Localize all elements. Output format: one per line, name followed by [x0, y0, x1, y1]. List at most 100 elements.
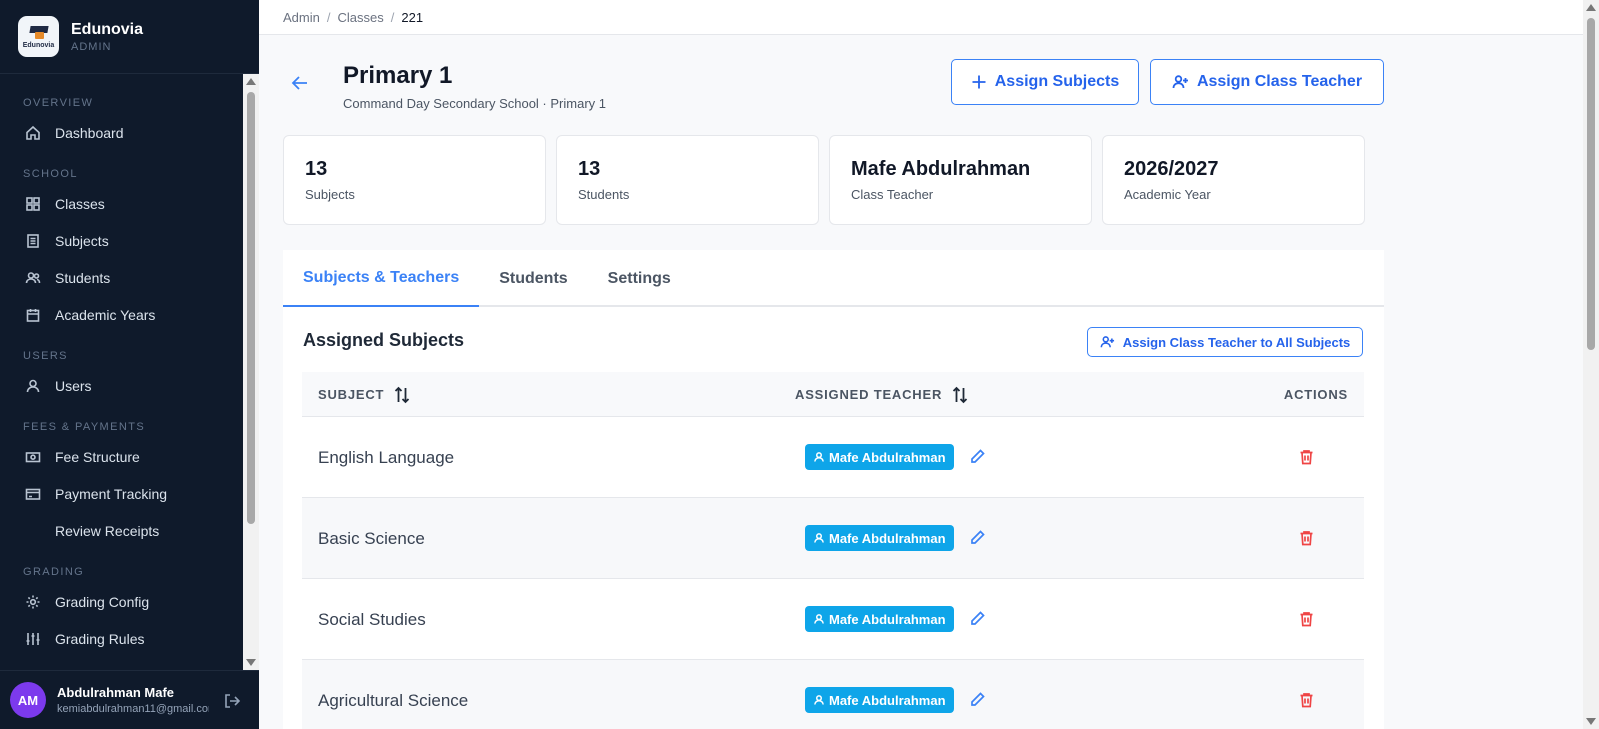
subjects-table: SUBJECT ASSIGNED TEACHER ACTIONS English…	[302, 372, 1364, 729]
brand-role: ADMIN	[71, 40, 112, 53]
pencil-icon[interactable]	[969, 610, 986, 632]
assign-class-teacher-label: Assign Class Teacher	[1196, 73, 1363, 90]
teacher-name: Mafe Abdulrahman	[829, 692, 946, 708]
brand: Edunovia Edunovia ADMIN	[0, 0, 259, 74]
sidebar-item-students[interactable]: Students	[0, 261, 243, 295]
sidebar-item-grading-rules[interactable]: Grading Rules	[0, 622, 243, 656]
assign-subjects-button[interactable]: Assign Subjects	[951, 59, 1139, 105]
sidebar-item-label: Review Receipts	[55, 523, 160, 539]
column-subject[interactable]: SUBJECT	[318, 372, 410, 417]
grid-icon	[25, 196, 41, 212]
sort-icon	[953, 386, 968, 403]
sidebar-item-label: Users	[55, 378, 92, 394]
tab-settings[interactable]: Settings	[588, 250, 691, 307]
stat-value: 13	[305, 158, 328, 180]
sidebar-item-label: Students	[55, 270, 111, 286]
scrollbar-thumb[interactable]	[1587, 18, 1595, 350]
sidebar-item-label: Academic Years	[55, 307, 156, 323]
calendar-icon	[25, 307, 41, 323]
assign-subjects-label: Assign Subjects	[994, 73, 1120, 90]
user-icon	[25, 378, 41, 394]
pencil-icon[interactable]	[969, 448, 986, 470]
table-header: SUBJECT ASSIGNED TEACHER ACTIONS	[302, 372, 1364, 417]
logout-icon[interactable]	[223, 692, 241, 715]
app-logo: Edunovia	[18, 16, 59, 57]
trash-icon[interactable]	[1299, 449, 1314, 470]
sidebar-item-label: Payment Tracking	[55, 486, 168, 502]
logo-text: Edunovia	[22, 42, 55, 49]
user-email: kemiabdulrahman11@gmail.com	[57, 703, 209, 715]
page-scrollbar[interactable]	[1583, 0, 1599, 729]
teacher-badge: Mafe Abdulrahman	[805, 444, 954, 470]
stat-label: Class Teacher	[851, 187, 934, 202]
teacher-name: Mafe Abdulrahman	[829, 449, 946, 465]
subject-name: Basic Science	[318, 528, 425, 548]
sidebar-item-classes[interactable]: Classes	[0, 187, 243, 221]
sidebar-item-label: Dashboard	[55, 125, 124, 141]
trash-icon[interactable]	[1299, 692, 1314, 713]
tab-subjects-teachers[interactable]: Subjects & Teachers	[283, 250, 480, 307]
section-grading: GRADING	[23, 566, 85, 578]
brand-name: Edunovia	[71, 20, 144, 38]
breadcrumb-admin[interactable]: Admin	[283, 10, 320, 25]
scroll-up-arrow-icon[interactable]	[246, 78, 256, 85]
subject-name: English Language	[318, 447, 455, 467]
sidebar-item-label: Grading Config	[55, 594, 150, 610]
assign-class-teacher-button[interactable]: Assign Class Teacher	[1150, 59, 1384, 105]
stat-card-subjects: 13 Subjects	[283, 135, 546, 225]
sidebar-item-users[interactable]: Users	[0, 369, 243, 403]
stat-card-academic-year: 2026/2027 Academic Year	[1102, 135, 1365, 225]
scroll-down-arrow-icon[interactable]	[1586, 718, 1596, 725]
sliders-icon	[25, 631, 41, 647]
breadcrumb-current: 221	[401, 9, 424, 25]
money-icon	[25, 449, 41, 465]
column-teacher[interactable]: ASSIGNED TEACHER	[795, 372, 968, 417]
section-users: USERS	[23, 350, 68, 362]
sidebar-item-academic-years[interactable]: Academic Years	[0, 298, 243, 332]
sidebar-item-dashboard[interactable]: Dashboard	[0, 116, 243, 150]
graduation-cap-icon	[28, 24, 50, 40]
trash-icon[interactable]	[1299, 530, 1314, 551]
table-row: Agricultural Science Mafe Abdulrahman	[302, 660, 1364, 729]
page-subtitle: Command Day Secondary School · Primary 1	[343, 96, 606, 111]
breadcrumb: Admin / Classes / 221	[259, 0, 1583, 35]
breadcrumb-classes[interactable]: Classes	[337, 10, 383, 25]
document-icon	[25, 233, 41, 249]
trash-icon[interactable]	[1299, 611, 1314, 632]
section-overview: OVERVIEW	[23, 97, 94, 109]
pencil-icon[interactable]	[969, 691, 986, 713]
users-icon	[25, 270, 41, 286]
stat-value: Mafe Abdulrahman	[851, 158, 1031, 180]
pencil-icon[interactable]	[969, 529, 986, 551]
sidebar-item-grading-config[interactable]: Grading Config	[0, 585, 243, 619]
main-content: Admin / Classes / 221 Primary 1 Command …	[259, 0, 1583, 729]
table-row: English Language Mafe Abdulrahman	[302, 417, 1364, 498]
sidebar-item-subjects[interactable]: Subjects	[0, 224, 243, 258]
user-icon	[814, 452, 824, 462]
scroll-up-arrow-icon[interactable]	[1586, 4, 1596, 11]
section-title: Assigned Subjects	[303, 330, 465, 350]
avatar[interactable]: AM	[10, 682, 46, 718]
assign-teacher-all-subjects-button[interactable]: Assign Class Teacher to All Subjects	[1087, 327, 1363, 357]
sidebar-item-payment-tracking[interactable]: Payment Tracking	[0, 477, 243, 511]
user-icon	[814, 695, 824, 705]
subject-name: Agricultural Science	[318, 690, 469, 710]
credit-card-icon	[25, 486, 41, 502]
stat-label: Academic Year	[1124, 187, 1211, 202]
table-row: Basic Science Mafe Abdulrahman	[302, 498, 1364, 579]
assign-all-label: Assign Class Teacher to All Subjects	[1122, 334, 1351, 350]
tab-students[interactable]: Students	[479, 250, 587, 307]
teacher-name: Mafe Abdulrahman	[829, 530, 946, 546]
page-title: Primary 1	[343, 62, 453, 89]
scrollbar-thumb[interactable]	[247, 92, 255, 524]
sidebar-scrollbar[interactable]	[243, 74, 259, 670]
tab-bar: Subjects & Teachers Students Settings	[283, 250, 1384, 307]
scroll-down-arrow-icon[interactable]	[246, 659, 256, 666]
stat-value: 2026/2027	[1124, 158, 1219, 180]
column-label: ACTIONS	[1283, 387, 1348, 402]
sidebar-item-review-receipts[interactable]: Review Receipts	[0, 514, 243, 548]
class-details-panel: Subjects & Teachers Students Settings As…	[283, 250, 1384, 729]
sidebar: Edunovia Edunovia ADMIN OVERVIEW Dashboa…	[0, 0, 259, 729]
sidebar-item-fee-structure[interactable]: Fee Structure	[0, 440, 243, 474]
back-arrow-icon[interactable]	[290, 73, 310, 98]
